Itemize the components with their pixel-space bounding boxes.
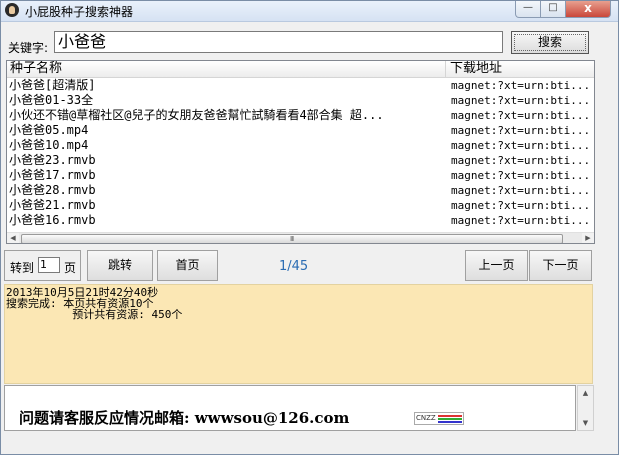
table-row[interactable]: 小爸爸10.mp4 magnet:?xt=urn:bti...: [7, 138, 594, 153]
page-indicator: 1/45: [279, 259, 309, 274]
goto-prefix-label: 转到: [10, 261, 35, 275]
goto-page-group: 转到 1 页: [4, 250, 81, 281]
torrent-name: 小爸爸23.rmvb: [9, 153, 96, 167]
next-page-button[interactable]: 下一页: [529, 250, 592, 281]
maximize-button[interactable]: □: [540, 1, 566, 18]
column-header-name[interactable]: 种子名称: [7, 61, 446, 77]
close-button[interactable]: x: [565, 1, 611, 18]
download-link: magnet:?xt=urn:bti...: [451, 139, 591, 152]
download-link: magnet:?xt=urn:bti...: [451, 199, 591, 212]
download-link: magnet:?xt=urn:bti...: [451, 124, 591, 137]
download-link: magnet:?xt=urn:bti...: [451, 154, 591, 167]
download-link: magnet:?xt=urn:bti...: [451, 169, 591, 182]
horizontal-scrollbar[interactable]: ◀ III ▶: [7, 232, 594, 243]
cnzz-badge[interactable]: CNZZ: [414, 412, 464, 425]
table-row[interactable]: 小爸爸16.rmvb magnet:?xt=urn:bti...: [7, 213, 594, 228]
download-link: magnet:?xt=urn:bti...: [451, 94, 591, 107]
table-row[interactable]: 小爸爸21.rmvb magnet:?xt=urn:bti...: [7, 198, 594, 213]
torrent-name: 小爸爸05.mp4: [9, 123, 89, 137]
download-link: magnet:?xt=urn:bti...: [451, 109, 591, 122]
support-email-notice: 问题请客服反应情况邮箱: wwwsou@126.com: [19, 409, 350, 427]
torrent-name: 小爸爸21.rmvb: [9, 198, 96, 212]
table-row[interactable]: 小爸爸05.mp4 magnet:?xt=urn:bti...: [7, 123, 594, 138]
keyword-label: 关键字:: [8, 41, 49, 55]
minimize-button[interactable]: —: [515, 1, 541, 18]
scroll-right-icon[interactable]: ▶: [582, 233, 594, 243]
scroll-down-icon[interactable]: ▼: [578, 419, 593, 427]
download-link: magnet:?xt=urn:bti...: [451, 79, 591, 92]
search-button[interactable]: 搜索: [511, 31, 589, 54]
table-row[interactable]: 小爸爸23.rmvb magnet:?xt=urn:bti...: [7, 153, 594, 168]
jump-button[interactable]: 跳转: [87, 250, 153, 281]
app-window: 小屁股种子搜索神器 — □ x 关键字: 小爸爸 搜索 种子名称 下载地址 小爸…: [0, 0, 619, 455]
goto-page-input[interactable]: 1: [38, 257, 60, 273]
keyword-input[interactable]: 小爸爸: [54, 31, 503, 53]
log-line: 预计共有资源: 450个: [6, 308, 183, 321]
table-row[interactable]: 小爸爸[超清版] magnet:?xt=urn:bti...: [7, 78, 594, 93]
torrent-name: 小爸爸[超清版]: [9, 78, 96, 92]
table-row[interactable]: 小伙还不错@草榴社区@兒子的女朋友爸爸幫忙試騎看看4部合集 超... magnet…: [7, 108, 594, 123]
scroll-grip-icon: III: [290, 235, 294, 243]
torrent-name: 小伙还不错@草榴社区@兒子的女朋友爸爸幫忙試騎看看4部合集 超...: [9, 108, 384, 122]
scroll-thumb[interactable]: III: [21, 234, 563, 243]
notice-scrollbar[interactable]: ▲ ▼: [577, 385, 594, 431]
list-header: 种子名称 下载地址: [7, 61, 594, 78]
results-list[interactable]: 种子名称 下载地址 小爸爸[超清版] magnet:?xt=urn:bti... …: [6, 60, 595, 244]
torrent-name: 小爸爸17.rmvb: [9, 168, 96, 182]
window-title: 小屁股种子搜索神器: [25, 5, 134, 19]
torrent-name: 小爸爸28.rmvb: [9, 183, 96, 197]
download-link: magnet:?xt=urn:bti...: [451, 184, 591, 197]
table-row[interactable]: 小爸爸28.rmvb magnet:?xt=urn:bti...: [7, 183, 594, 198]
scroll-left-icon[interactable]: ◀: [7, 233, 19, 243]
first-page-button[interactable]: 首页: [157, 250, 218, 281]
goto-suffix-label: 页: [64, 261, 77, 275]
cnzz-badge-label: CNZZ: [416, 414, 436, 422]
window-side-gutter: [597, 60, 614, 244]
table-row[interactable]: 小爸爸17.rmvb magnet:?xt=urn:bti...: [7, 168, 594, 183]
notice-panel: 问题请客服反应情况邮箱: wwwsou@126.com CNZZ: [4, 385, 576, 431]
results-rows: 小爸爸[超清版] magnet:?xt=urn:bti... 小爸爸01-33全 m…: [7, 78, 594, 228]
torrent-name: 小爸爸01-33全: [9, 93, 94, 107]
column-header-link[interactable]: 下载地址: [447, 61, 594, 77]
torrent-name: 小爸爸16.rmvb: [9, 213, 96, 227]
torrent-name: 小爸爸10.mp4: [9, 138, 89, 152]
status-log: 2013年10月5日21时42分40秒 搜索完成: 本页共有资源10个 预计共有…: [4, 284, 593, 384]
prev-page-button[interactable]: 上一页: [465, 250, 528, 281]
title-bar[interactable]: 小屁股种子搜索神器 — □ x: [1, 1, 618, 22]
scroll-up-icon[interactable]: ▲: [578, 389, 593, 397]
cnzz-stripes-icon: [438, 415, 462, 423]
app-logo-icon: [5, 3, 19, 17]
download-link: magnet:?xt=urn:bti...: [451, 214, 591, 227]
table-row[interactable]: 小爸爸01-33全 magnet:?xt=urn:bti...: [7, 93, 594, 108]
